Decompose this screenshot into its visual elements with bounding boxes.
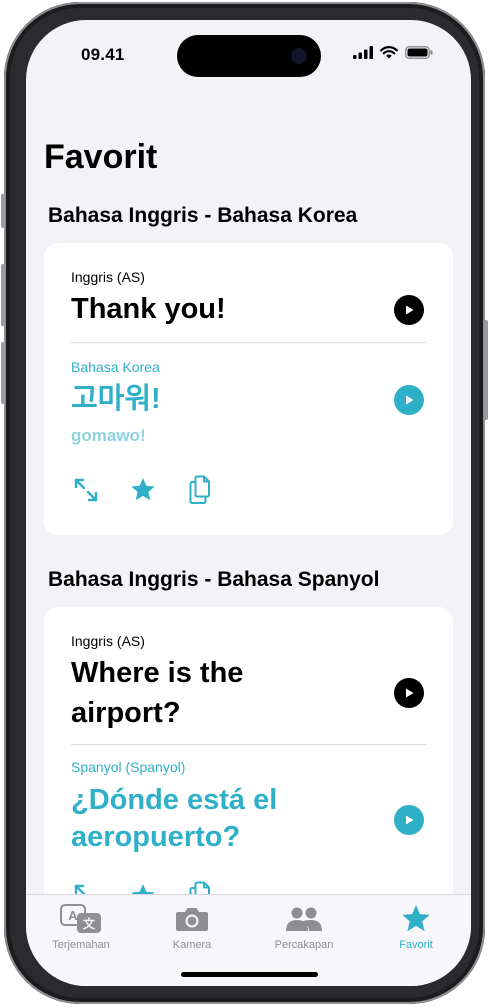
battery-icon	[405, 46, 433, 64]
star-icon	[366, 903, 466, 935]
target-phrase: ¿Dónde está el aeropuerto?	[71, 784, 278, 853]
people-icon	[254, 903, 354, 935]
status-time: 09.41	[81, 45, 125, 64]
tab-label: Favorit	[399, 939, 433, 951]
home-indicator	[181, 972, 318, 977]
play-target-button[interactable]	[394, 805, 424, 835]
section-title-korea: Bahasa Inggris - Bahasa Korea	[48, 204, 358, 227]
star-icon	[131, 478, 155, 501]
target-language-label: Spanyol (Spanyol)	[71, 759, 186, 775]
svg-text:A: A	[68, 908, 78, 923]
screen: 09.41 Favorit Bahasa Inggris - Bahasa Ko…	[26, 20, 471, 986]
wifi-icon	[380, 46, 398, 64]
volume-down-button	[1, 342, 5, 404]
favorite-button[interactable]	[128, 475, 158, 505]
page-title: Favorit	[44, 138, 158, 176]
cellular-signal-icon	[353, 46, 373, 64]
source-language-label: Inggris (AS)	[71, 633, 145, 649]
tab-label: Percakapan	[274, 939, 334, 951]
phone-frame: 09.41 Favorit Bahasa Inggris - Bahasa Ko…	[1, 2, 488, 1004]
target-language-label: Bahasa Korea	[71, 359, 160, 375]
tab-favorit[interactable]: Favorit	[366, 903, 466, 951]
play-icon	[406, 395, 414, 405]
action-button	[1, 194, 5, 228]
tab-percakapan[interactable]: Percakapan	[254, 903, 354, 951]
play-icon	[406, 815, 414, 825]
play-target-button[interactable]	[394, 385, 424, 415]
camera-icon	[142, 903, 242, 935]
play-icon	[406, 305, 414, 315]
source-phrase: Where is the airport?	[71, 657, 244, 729]
status-icons	[353, 46, 433, 64]
tab-kamera[interactable]: Kamera	[142, 903, 242, 951]
camera-lens	[291, 48, 307, 64]
source-language-label: Inggris (AS)	[71, 269, 145, 285]
romanization-text: gomawo!	[71, 426, 146, 445]
translate-icon: A 文	[31, 903, 131, 935]
play-source-button[interactable]	[394, 295, 424, 325]
copy-button[interactable]	[187, 475, 217, 505]
power-button	[484, 320, 488, 420]
tab-label: Kamera	[172, 939, 212, 951]
expand-icon	[74, 478, 98, 502]
source-phrase: Thank you!	[71, 293, 226, 325]
divider	[71, 744, 426, 745]
volume-up-button	[1, 264, 5, 326]
dynamic-island	[177, 35, 321, 77]
play-source-button[interactable]	[394, 678, 424, 708]
target-phrase: 고마워!	[71, 383, 161, 415]
favorite-card-spanish: Inggris (AS) Where is the airport? Spany…	[44, 607, 453, 937]
section-title-spanish: Bahasa Inggris - Bahasa Spanyol	[48, 568, 380, 591]
copy-icon	[189, 475, 210, 504]
divider	[71, 342, 426, 343]
fullscreen-button[interactable]	[71, 475, 101, 505]
svg-text:文: 文	[83, 916, 96, 931]
tab-terjemahan[interactable]: A 文 Terjemahan	[31, 903, 131, 951]
favorite-card-korea: Inggris (AS) Thank you! Bahasa Korea 고마워…	[44, 243, 453, 535]
play-icon	[406, 688, 414, 698]
tab-label: Terjemahan	[52, 939, 110, 951]
